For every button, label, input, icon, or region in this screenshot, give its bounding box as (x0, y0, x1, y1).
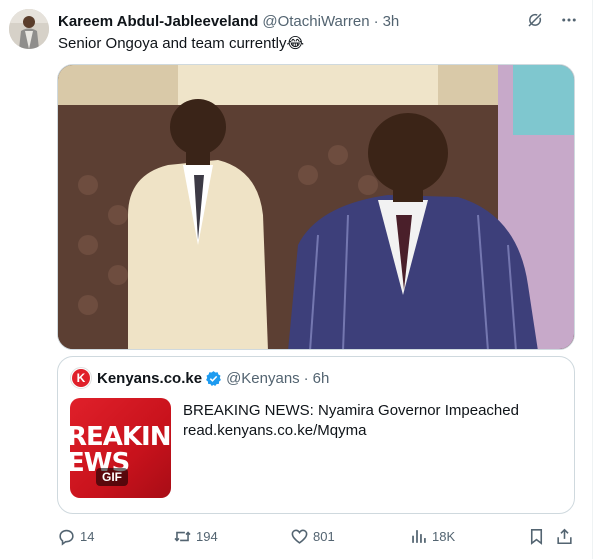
tweet-timestamp[interactable]: 3h (383, 13, 400, 30)
bookmark-button[interactable] (527, 524, 546, 548)
heart-icon (291, 529, 308, 544)
verified-badge-icon (205, 370, 222, 387)
author-name[interactable]: Kareem Abdul-Jableeveland (58, 13, 258, 30)
tweet-header-icons (525, 10, 579, 30)
tweet-text: Senior Ongoya and team currently😂 (58, 35, 304, 52)
column-border (592, 0, 593, 559)
more-icon[interactable] (559, 10, 579, 30)
author-handle[interactable]: @OtachiWarren (262, 13, 369, 30)
quoted-author-handle[interactable]: @Kenyans (226, 370, 300, 387)
quoted-timestamp[interactable]: 6h (313, 370, 330, 387)
quoted-author-name[interactable]: Kenyans.co.ke (97, 370, 202, 387)
grok-icon[interactable] (525, 10, 545, 30)
views-count: 18K (432, 528, 456, 544)
quoted-tweet-header: K Kenyans.co.ke @Kenyans · 6h (70, 367, 329, 389)
svg-text:K: K (77, 371, 86, 385)
separator-dot: · (373, 12, 379, 30)
bookmark-icon (530, 528, 543, 545)
tweet-actions: 14 194 801 18K (57, 524, 577, 548)
quoted-tweet[interactable]: K Kenyans.co.ke @Kenyans · 6h REAKING EW… (57, 356, 575, 514)
gif-badge: GIF (96, 468, 128, 486)
retweet-icon (174, 530, 191, 542)
views-button[interactable]: 18K (409, 524, 455, 548)
quoted-tweet-body: BREAKING NEWS: Nyamira Governor Impeache… (183, 401, 519, 441)
kenyans-logo-icon[interactable]: K (70, 367, 92, 389)
retweet-button[interactable]: 194 (173, 524, 218, 548)
quoted-thumbnail[interactable]: REAKING EWS GIF (70, 398, 171, 498)
share-icon (557, 528, 572, 544)
separator-dot: · (303, 369, 309, 387)
tweet-header: Kareem Abdul-Jableeveland @OtachiWarren … (58, 11, 399, 31)
reply-count: 14 (80, 528, 95, 544)
quoted-headline: BREAKING NEWS: Nyamira Governor Impeache… (183, 402, 519, 419)
like-button[interactable]: 801 (290, 524, 335, 548)
author-avatar[interactable] (9, 9, 49, 49)
retweet-count: 194 (196, 528, 218, 544)
quoted-link[interactable]: read.kenyans.co.ke/Mqyma (183, 421, 519, 441)
reply-button[interactable]: 14 (57, 524, 94, 548)
like-count: 801 (313, 528, 335, 544)
share-button[interactable] (555, 524, 574, 548)
tweet-media-image[interactable] (57, 64, 575, 350)
reply-icon (59, 529, 74, 546)
views-icon (412, 529, 426, 543)
